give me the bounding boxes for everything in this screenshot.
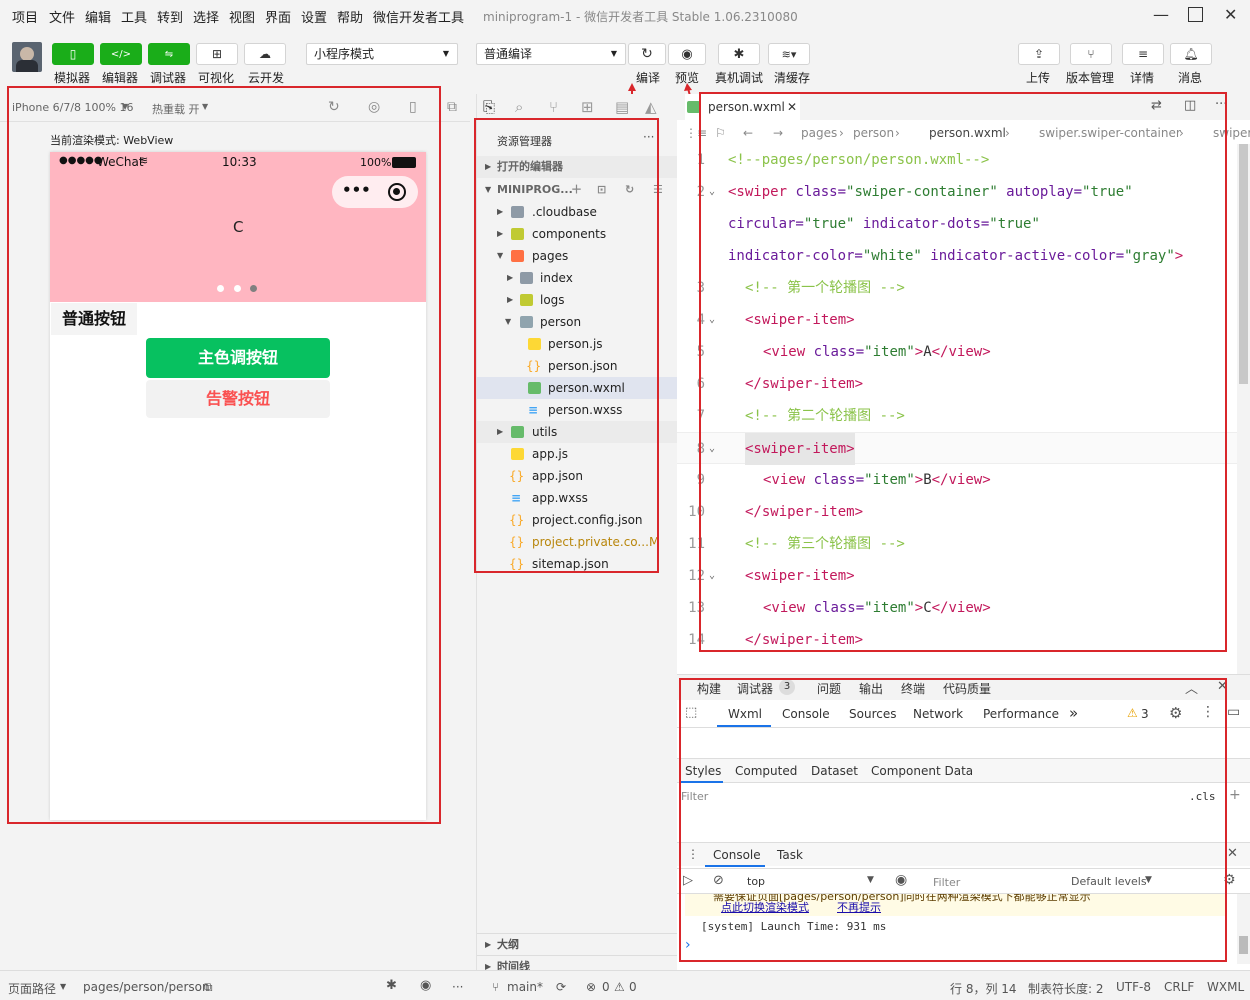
cloud-icon: ☁ bbox=[259, 47, 271, 61]
menu-bar: 项目 文件 编辑 工具 转到 选择 视图 界面 设置 帮助 微信开发者工具 mi… bbox=[0, 0, 1250, 32]
error-count[interactable]: 0 bbox=[602, 980, 610, 994]
git-branch[interactable]: main* bbox=[507, 980, 543, 994]
label-device-debug: 真机调试 bbox=[715, 71, 764, 85]
label-debugger: 调试器 bbox=[150, 71, 187, 85]
popout-icon[interactable]: ⧉ bbox=[447, 99, 457, 115]
caret-down-icon: ▼ bbox=[60, 982, 67, 991]
copy-icon[interactable]: ⧉ bbox=[204, 980, 213, 995]
preview-button[interactable]: ◉ bbox=[668, 43, 706, 65]
cursor-position[interactable]: 行 8，列 14 bbox=[950, 980, 1017, 997]
debugger-button[interactable]: ⇋ bbox=[148, 43, 190, 65]
sliders-icon: ⇋ bbox=[164, 48, 174, 60]
git-icon[interactable]: ⑂ bbox=[549, 98, 558, 116]
eye-icon: ◉ bbox=[681, 46, 693, 62]
menu-help[interactable]: 帮助 bbox=[337, 7, 363, 26]
extensions-icon[interactable]: ⊞ bbox=[581, 98, 594, 116]
menu-view[interactable]: 视图 bbox=[229, 7, 255, 26]
phone-icon: ▯ bbox=[69, 47, 77, 61]
upload-icon: ⇪ bbox=[1033, 47, 1045, 61]
language-mode[interactable]: WXML bbox=[1207, 980, 1244, 994]
close-drawer-icon[interactable]: ✕ bbox=[1227, 846, 1238, 861]
menu-edit[interactable]: 编辑 bbox=[85, 7, 111, 26]
label-version: 版本管理 bbox=[1066, 71, 1115, 85]
dock-icon[interactable]: ▭ bbox=[1227, 704, 1240, 720]
visual-button[interactable]: ⊞ bbox=[196, 43, 238, 65]
device-debug-button[interactable]: ✱ bbox=[718, 43, 760, 65]
timeline-header[interactable]: ▶ 时间线 bbox=[477, 955, 677, 970]
label-simulator: 模拟器 bbox=[54, 71, 91, 85]
minimize-icon[interactable]: — bbox=[1153, 6, 1169, 24]
docker-icon[interactable]: ◭ bbox=[645, 98, 657, 116]
editor-button[interactable]: </> bbox=[100, 43, 142, 65]
warning-icon: ⚠ bbox=[614, 980, 625, 994]
maximize-icon[interactable] bbox=[1188, 7, 1203, 22]
highlight-box-simulator bbox=[7, 86, 441, 824]
encoding[interactable]: UTF-8 bbox=[1116, 980, 1151, 994]
window-title: miniprogram-1 - 微信开发者工具 Stable 1.06.2310… bbox=[483, 10, 798, 24]
editor-scrollbar[interactable] bbox=[1237, 144, 1250, 674]
search-icon[interactable]: ⌕ bbox=[515, 98, 523, 116]
label-upload: 上传 bbox=[1026, 71, 1051, 85]
outline-header[interactable]: ▶ 大纲 bbox=[477, 933, 677, 955]
menu-settings[interactable]: 设置 bbox=[301, 7, 327, 26]
cloud-button[interactable]: ☁ bbox=[244, 43, 286, 65]
label-messages: 消息 bbox=[1178, 71, 1203, 85]
layers-icon: ≋▾ bbox=[781, 47, 797, 61]
eol[interactable]: CRLF bbox=[1164, 980, 1194, 994]
caret-down-icon: ▼ bbox=[610, 49, 617, 58]
clear-cache-button[interactable]: ≋▾ bbox=[768, 43, 810, 65]
status-bar: 页面路径 ▼ pages/person/person ⧉ ✱ ◉ ··· ⑂ m… bbox=[0, 970, 1250, 1000]
close-icon[interactable]: ✕ bbox=[1224, 6, 1237, 24]
details-button[interactable]: ≡ bbox=[1122, 43, 1164, 65]
menu-file[interactable]: 文件 bbox=[49, 7, 75, 26]
simulator-button[interactable]: ▯ bbox=[52, 43, 94, 65]
compile-select[interactable]: 普通编译 ▼ bbox=[476, 43, 626, 65]
version-button[interactable]: ⑂ bbox=[1070, 43, 1112, 65]
files-icon[interactable]: ⎘ bbox=[483, 98, 495, 116]
menu-icon: ≡ bbox=[1137, 47, 1149, 61]
menu-devtool[interactable]: 微信开发者工具 bbox=[373, 7, 464, 26]
caret-down-icon: ▼ bbox=[442, 49, 449, 58]
menu-tools[interactable]: 工具 bbox=[121, 7, 147, 26]
console-scrollbar[interactable] bbox=[1237, 894, 1250, 964]
compile-button[interactable]: ↻ bbox=[628, 43, 666, 65]
add-rule-icon[interactable]: + bbox=[1229, 787, 1241, 803]
highlight-box-explorer bbox=[474, 118, 659, 573]
layout-icon: ⊞ bbox=[211, 47, 223, 61]
more-icon[interactable]: ··· bbox=[452, 980, 463, 994]
branch-icon: ⑂ bbox=[492, 980, 500, 994]
label-visual: 可视化 bbox=[198, 71, 235, 85]
bug-icon: ✱ bbox=[733, 46, 745, 62]
label-editor: 编辑器 bbox=[102, 71, 139, 85]
save-icon[interactable]: ▤ bbox=[615, 98, 629, 116]
refresh-icon: ↻ bbox=[641, 46, 653, 62]
code-icon: </> bbox=[110, 48, 132, 60]
label-cloud: 云开发 bbox=[248, 71, 285, 85]
highlight-box-devtools bbox=[679, 678, 1227, 962]
label-details: 详情 bbox=[1130, 71, 1155, 85]
sync-icon[interactable]: ⟳ bbox=[556, 980, 566, 994]
page-path: pages/person/person bbox=[83, 980, 210, 994]
eye-icon[interactable]: ◉ bbox=[420, 978, 431, 993]
page-path-label[interactable]: 页面路径 bbox=[8, 980, 56, 997]
messages-button[interactable]: 🔔︎ bbox=[1170, 43, 1212, 65]
menu-project[interactable]: 项目 bbox=[12, 7, 38, 26]
menu-interface[interactable]: 界面 bbox=[265, 7, 291, 26]
error-icon: ⊗ bbox=[586, 980, 597, 994]
warning-count[interactable]: 0 bbox=[629, 980, 637, 994]
menu-goto[interactable]: 转到 bbox=[157, 7, 183, 26]
menu-select[interactable]: 选择 bbox=[193, 7, 219, 26]
bell-icon: 🔔︎ bbox=[1183, 47, 1199, 61]
bug-icon[interactable]: ✱ bbox=[386, 978, 397, 993]
label-clear-cache: 清缓存 bbox=[774, 71, 811, 85]
mode-select[interactable]: 小程序模式 ▼ bbox=[306, 43, 458, 65]
highlight-box-editor bbox=[699, 92, 1227, 652]
upload-button[interactable]: ⇪ bbox=[1018, 43, 1060, 65]
branch-icon: ⑂ bbox=[1087, 47, 1095, 61]
tab-size[interactable]: 制表符长度: 2 bbox=[1028, 980, 1104, 997]
avatar[interactable] bbox=[12, 42, 42, 72]
